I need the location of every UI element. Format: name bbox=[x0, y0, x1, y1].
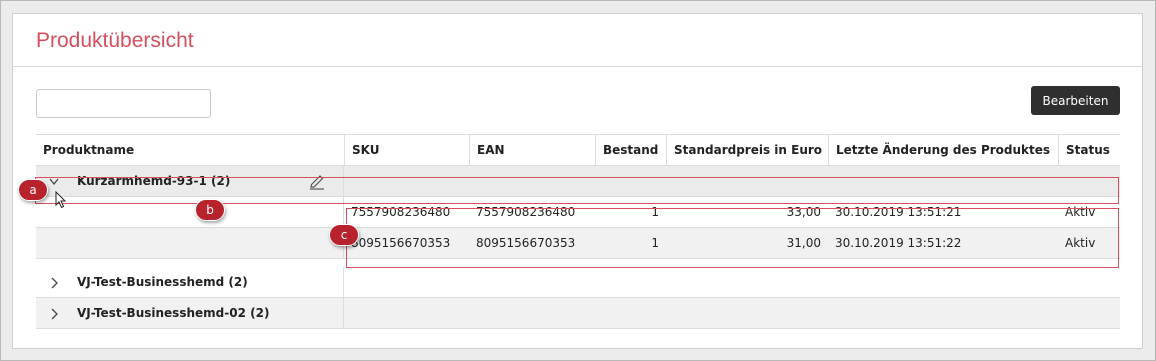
annotation-badge-a: a bbox=[18, 179, 48, 201]
group-label: VJ-Test-Businesshemd-02 (2) bbox=[77, 306, 270, 320]
column-header-product-name[interactable]: Produktname bbox=[36, 135, 344, 165]
group-label: VJ-Test-Businesshemd (2) bbox=[77, 275, 248, 289]
edit-button[interactable]: Bearbeiten bbox=[1031, 86, 1120, 115]
group-name-cell: VJ-Test-Businesshemd (2) bbox=[36, 267, 344, 297]
column-header-ean[interactable]: EAN bbox=[469, 135, 595, 165]
panel-title: Produktübersicht bbox=[36, 29, 194, 52]
column-header-price[interactable]: Standardpreis in Euro bbox=[666, 135, 828, 165]
column-header-status[interactable]: Status bbox=[1058, 135, 1120, 165]
group-row-collapsed[interactable]: VJ-Test-Businesshemd-02 (2) bbox=[36, 298, 1120, 329]
panel-header: Produktübersicht bbox=[13, 14, 1142, 67]
column-header-stock[interactable]: Bestand bbox=[595, 135, 666, 165]
table-header-row: Produktname SKU EAN Bestand Standardprei… bbox=[36, 134, 1120, 166]
empty-name-cell bbox=[36, 228, 344, 258]
mouse-cursor-icon bbox=[55, 191, 67, 209]
search-input[interactable] bbox=[36, 89, 211, 118]
column-header-sku[interactable]: SKU bbox=[344, 135, 469, 165]
annotation-badge-c: c bbox=[329, 224, 359, 246]
column-header-last-changed[interactable]: Letzte Änderung des Produktes bbox=[828, 135, 1058, 165]
chevron-right-icon[interactable] bbox=[49, 307, 59, 321]
highlight-box-variant-rows bbox=[346, 208, 1119, 268]
group-name-cell: VJ-Test-Businesshemd-02 (2) bbox=[36, 298, 344, 328]
highlight-box-group-row bbox=[35, 177, 1119, 204]
annotation-badge-b: b bbox=[195, 199, 225, 221]
chevron-right-icon[interactable] bbox=[49, 276, 59, 290]
group-row-collapsed[interactable]: VJ-Test-Businesshemd (2) bbox=[36, 267, 1120, 298]
